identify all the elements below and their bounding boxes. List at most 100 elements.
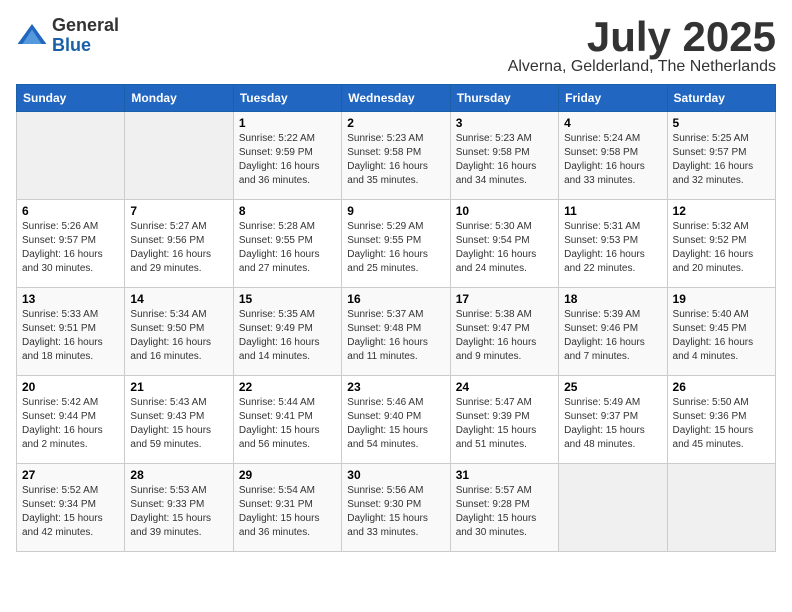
day-number: 4 [564, 116, 661, 130]
calendar-cell: 31 Sunrise: 5:57 AM Sunset: 9:28 PM Dayli… [450, 464, 558, 552]
day-detail: Sunrise: 5:50 AM Sunset: 9:36 PM Dayligh… [673, 396, 770, 452]
day-detail: Sunrise: 5:23 AM Sunset: 9:58 PM Dayligh… [347, 132, 444, 188]
day-number: 29 [239, 468, 336, 482]
logo-general: General [52, 16, 119, 36]
day-detail: Sunrise: 5:23 AM Sunset: 9:58 PM Dayligh… [456, 132, 553, 188]
header: General Blue July 2025 Alverna, Gelderla… [16, 16, 776, 76]
calendar-cell: 23 Sunrise: 5:46 AM Sunset: 9:40 PM Dayli… [342, 376, 450, 464]
calendar-week-row: 1Sunrise: 5:22 AM Sunset: 9:59 PM Daylig… [17, 112, 776, 200]
day-number: 17 [456, 292, 553, 306]
calendar-cell: 19 Sunrise: 5:40 AM Sunset: 9:45 PM Dayli… [667, 288, 775, 376]
logo: General Blue [16, 16, 119, 56]
day-detail: Sunrise: 5:56 AM Sunset: 9:30 PM Dayligh… [347, 484, 444, 540]
day-detail: Sunrise: 5:39 AM Sunset: 9:46 PM Dayligh… [564, 308, 661, 364]
day-detail: Sunrise: 5:37 AM Sunset: 9:48 PM Dayligh… [347, 308, 444, 364]
title-area: July 2025 Alverna, Gelderland, The Nethe… [508, 16, 776, 76]
calendar-cell [17, 112, 125, 200]
calendar-table: SundayMondayTuesdayWednesdayThursdayFrid… [16, 84, 776, 552]
day-header-friday: Friday [559, 85, 667, 112]
day-number: 15 [239, 292, 336, 306]
logo-icon [16, 20, 48, 52]
calendar-cell: 16 Sunrise: 5:37 AM Sunset: 9:48 PM Dayli… [342, 288, 450, 376]
calendar-cell: 9 Sunrise: 5:29 AM Sunset: 9:55 PM Daylig… [342, 200, 450, 288]
day-number: 31 [456, 468, 553, 482]
calendar-cell: 12 Sunrise: 5:32 AM Sunset: 9:52 PM Dayli… [667, 200, 775, 288]
calendar-cell: 27Sunrise: 5:52 AM Sunset: 9:34 PM Dayli… [17, 464, 125, 552]
day-number: 27 [22, 468, 119, 482]
day-number: 9 [347, 204, 444, 218]
day-detail: Sunrise: 5:29 AM Sunset: 9:55 PM Dayligh… [347, 220, 444, 276]
day-header-monday: Monday [125, 85, 233, 112]
calendar-cell: 26Sunrise: 5:50 AM Sunset: 9:36 PM Dayli… [667, 376, 775, 464]
day-detail: Sunrise: 5:27 AM Sunset: 9:56 PM Dayligh… [130, 220, 227, 276]
calendar-header-row: SundayMondayTuesdayWednesdayThursdayFrid… [17, 85, 776, 112]
calendar-cell: 18 Sunrise: 5:39 AM Sunset: 9:46 PM Dayli… [559, 288, 667, 376]
logo-text: General Blue [52, 16, 119, 56]
calendar-cell: 30Sunrise: 5:56 AM Sunset: 9:30 PM Dayli… [342, 464, 450, 552]
day-number: 23 [347, 380, 444, 394]
day-number: 12 [673, 204, 770, 218]
day-number: 2 [347, 116, 444, 130]
day-detail: Sunrise: 5:34 AM Sunset: 9:50 PM Dayligh… [130, 308, 227, 364]
calendar-cell: 24Sunrise: 5:47 AM Sunset: 9:39 PM Dayli… [450, 376, 558, 464]
day-number: 7 [130, 204, 227, 218]
day-number: 16 [347, 292, 444, 306]
calendar-week-row: 13Sunrise: 5:33 AM Sunset: 9:51 PM Dayli… [17, 288, 776, 376]
day-header-tuesday: Tuesday [233, 85, 341, 112]
calendar-cell: 6 Sunrise: 5:26 AM Sunset: 9:57 PM Daylig… [17, 200, 125, 288]
day-detail: Sunrise: 5:25 AM Sunset: 9:57 PM Dayligh… [673, 132, 770, 188]
calendar-cell: 8Sunrise: 5:28 AM Sunset: 9:55 PM Daylig… [233, 200, 341, 288]
day-number: 10 [456, 204, 553, 218]
day-number: 20 [22, 380, 119, 394]
day-detail: Sunrise: 5:57 AM Sunset: 9:28 PM Dayligh… [456, 484, 553, 540]
day-detail: Sunrise: 5:31 AM Sunset: 9:53 PM Dayligh… [564, 220, 661, 276]
day-detail: Sunrise: 5:33 AM Sunset: 9:51 PM Dayligh… [22, 308, 119, 364]
day-detail: Sunrise: 5:26 AM Sunset: 9:57 PM Dayligh… [22, 220, 119, 276]
calendar-cell: 11 Sunrise: 5:31 AM Sunset: 9:53 PM Dayli… [559, 200, 667, 288]
calendar-cell: 28Sunrise: 5:53 AM Sunset: 9:33 PM Dayli… [125, 464, 233, 552]
calendar-cell: 2 Sunrise: 5:23 AM Sunset: 9:58 PM Daylig… [342, 112, 450, 200]
day-detail: Sunrise: 5:24 AM Sunset: 9:58 PM Dayligh… [564, 132, 661, 188]
calendar-cell: 5 Sunrise: 5:25 AM Sunset: 9:57 PM Daylig… [667, 112, 775, 200]
day-detail: Sunrise: 5:49 AM Sunset: 9:37 PM Dayligh… [564, 396, 661, 452]
day-number: 6 [22, 204, 119, 218]
day-detail: Sunrise: 5:46 AM Sunset: 9:40 PM Dayligh… [347, 396, 444, 452]
calendar-cell: 29 Sunrise: 5:54 AM Sunset: 9:31 PM Dayli… [233, 464, 341, 552]
day-detail: Sunrise: 5:30 AM Sunset: 9:54 PM Dayligh… [456, 220, 553, 276]
day-number: 14 [130, 292, 227, 306]
calendar-cell [125, 112, 233, 200]
calendar-cell: 20 Sunrise: 5:42 AM Sunset: 9:44 PM Dayli… [17, 376, 125, 464]
day-detail: Sunrise: 5:40 AM Sunset: 9:45 PM Dayligh… [673, 308, 770, 364]
calendar-cell: 3Sunrise: 5:23 AM Sunset: 9:58 PM Daylig… [450, 112, 558, 200]
calendar-week-row: 27Sunrise: 5:52 AM Sunset: 9:34 PM Dayli… [17, 464, 776, 552]
day-detail: Sunrise: 5:22 AM Sunset: 9:59 PM Dayligh… [239, 132, 336, 188]
calendar-body: 1Sunrise: 5:22 AM Sunset: 9:59 PM Daylig… [17, 112, 776, 552]
day-detail: Sunrise: 5:44 AM Sunset: 9:41 PM Dayligh… [239, 396, 336, 452]
day-number: 18 [564, 292, 661, 306]
day-header-thursday: Thursday [450, 85, 558, 112]
day-detail: Sunrise: 5:35 AM Sunset: 9:49 PM Dayligh… [239, 308, 336, 364]
calendar-cell: 13Sunrise: 5:33 AM Sunset: 9:51 PM Dayli… [17, 288, 125, 376]
day-number: 19 [673, 292, 770, 306]
calendar-cell [667, 464, 775, 552]
day-detail: Sunrise: 5:32 AM Sunset: 9:52 PM Dayligh… [673, 220, 770, 276]
day-number: 28 [130, 468, 227, 482]
day-header-wednesday: Wednesday [342, 85, 450, 112]
calendar-cell: 25Sunrise: 5:49 AM Sunset: 9:37 PM Dayli… [559, 376, 667, 464]
day-header-saturday: Saturday [667, 85, 775, 112]
calendar-cell: 15 Sunrise: 5:35 AM Sunset: 9:49 PM Dayli… [233, 288, 341, 376]
day-detail: Sunrise: 5:38 AM Sunset: 9:47 PM Dayligh… [456, 308, 553, 364]
calendar-cell [559, 464, 667, 552]
day-header-sunday: Sunday [17, 85, 125, 112]
calendar-cell: 14 Sunrise: 5:34 AM Sunset: 9:50 PM Dayli… [125, 288, 233, 376]
day-number: 8 [239, 204, 336, 218]
location-title: Alverna, Gelderland, The Netherlands [508, 58, 776, 76]
day-number: 11 [564, 204, 661, 218]
month-title: July 2025 [508, 16, 776, 58]
day-number: 22 [239, 380, 336, 394]
day-number: 21 [130, 380, 227, 394]
day-detail: Sunrise: 5:42 AM Sunset: 9:44 PM Dayligh… [22, 396, 119, 452]
day-number: 5 [673, 116, 770, 130]
calendar-cell: 17 Sunrise: 5:38 AM Sunset: 9:47 PM Dayli… [450, 288, 558, 376]
day-detail: Sunrise: 5:54 AM Sunset: 9:31 PM Dayligh… [239, 484, 336, 540]
